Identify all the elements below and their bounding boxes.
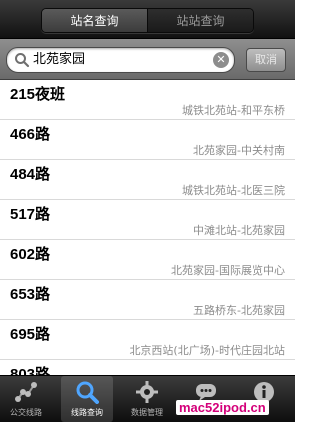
list-item[interactable]: 215夜班 城铁北苑站-和平东桥: [0, 80, 295, 120]
tab-info[interactable]: [238, 376, 290, 422]
tab-station-to-station-query[interactable]: 站站查询: [147, 9, 253, 32]
tab-line-query[interactable]: 线路查询: [61, 376, 113, 422]
route-name: 695路: [10, 326, 51, 343]
tab-data-management[interactable]: 数据管理: [121, 376, 173, 422]
search-input[interactable]: 北苑家园 ✕: [6, 47, 235, 73]
route-endpoints: 中滩北站-北苑家园: [193, 224, 285, 237]
list-item[interactable]: 484路 城铁北苑站-北医三院: [0, 160, 295, 200]
tab-label: 公交线路: [10, 408, 42, 417]
route-name: 602路: [10, 246, 51, 263]
list-item[interactable]: 602路 北苑家园-国际展览中心: [0, 240, 295, 280]
route-name: 803路: [10, 366, 51, 375]
gear-icon: [136, 381, 158, 403]
route-endpoints: 五路桥东-北苑家园: [193, 304, 285, 317]
route-endpoints: 城铁北苑站-北医三院: [182, 184, 285, 197]
search-value: 北苑家园: [33, 52, 86, 67]
watermark: mac52ipod.cn: [176, 400, 269, 415]
magnifier-icon: [76, 381, 99, 404]
search-bar: 北苑家园 ✕ 取消: [0, 39, 295, 80]
tab-bus-lines[interactable]: 公交线路: [0, 376, 52, 422]
route-name: 466路: [10, 126, 51, 143]
list-item[interactable]: 466路 北苑家园-中关村南: [0, 120, 295, 160]
route-nodes-icon: [15, 382, 37, 402]
tab-messages[interactable]: [180, 376, 232, 422]
tab-label: 数据管理: [131, 408, 163, 417]
route-name: 484路: [10, 166, 51, 183]
route-name: 215夜班: [10, 86, 66, 103]
route-endpoints: 北苑家园-中关村南: [193, 144, 285, 157]
cancel-button[interactable]: 取消: [246, 48, 286, 72]
list-item[interactable]: 695路 北京西站(北广场)-时代庄园北站: [0, 320, 295, 360]
route-endpoints: 北苑家园-国际展览中心: [171, 264, 285, 277]
route-name: 517路: [10, 206, 51, 223]
list-item[interactable]: 803路: [0, 360, 295, 375]
tab-label: 线路查询: [71, 408, 103, 417]
list-item[interactable]: 517路 中滩北站-北苑家园: [0, 200, 295, 240]
top-navigation-bar: 站名查询 站站查询: [0, 0, 295, 39]
search-icon: [15, 53, 30, 68]
route-endpoints: 北京西站(北广场)-时代庄园北站: [129, 344, 285, 357]
route-name: 653路: [10, 286, 51, 303]
clear-icon[interactable]: ✕: [213, 52, 229, 68]
segmented-control: 站名查询 站站查询: [41, 8, 254, 33]
route-list: 215夜班 城铁北苑站-和平东桥 466路 北苑家园-中关村南 484路 城铁北…: [0, 80, 295, 375]
tab-station-query[interactable]: 站名查询: [42, 9, 147, 32]
route-endpoints: 城铁北苑站-和平东桥: [182, 104, 285, 117]
list-item[interactable]: 653路 五路桥东-北苑家园: [0, 280, 295, 320]
